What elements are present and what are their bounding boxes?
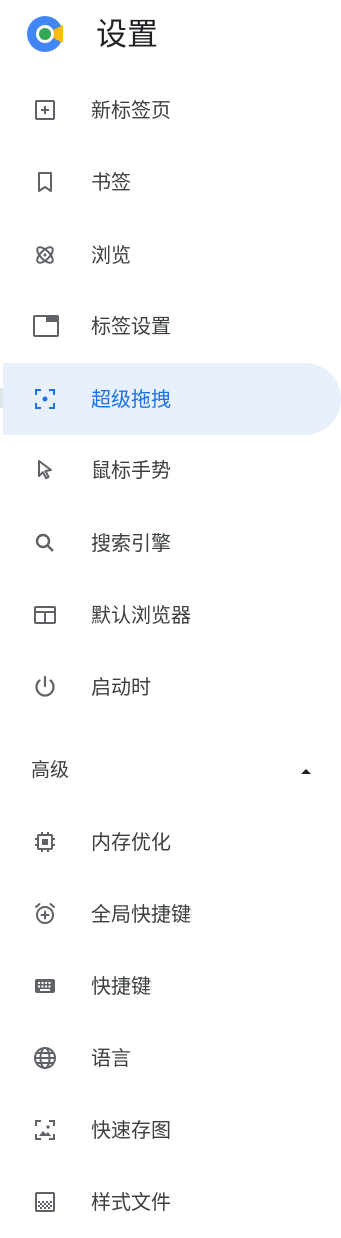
mouse-pointer-icon (33, 458, 57, 482)
sidebar-item-new-tab[interactable]: 新标签页 (0, 74, 341, 146)
header: 设置 (0, 0, 341, 72)
sidebar-item-label: 超级拖拽 (91, 387, 171, 411)
sidebar-item-super-drag[interactable]: 超级拖拽 (0, 363, 341, 435)
sidebar-item-label: 快速存图 (91, 1118, 171, 1142)
new-tab-icon (33, 98, 57, 122)
tab-window-icon (33, 314, 59, 338)
app-logo-icon (27, 16, 63, 52)
sidebar-item-label: 浏览 (91, 243, 131, 267)
sidebar-item-global-shortcuts[interactable]: 全局快捷键 (0, 878, 341, 950)
sidebar-item-label: 全局快捷键 (91, 902, 191, 926)
drag-target-icon (33, 387, 57, 411)
sidebar-item-label: 内存优化 (91, 830, 171, 854)
texture-icon (33, 1190, 57, 1214)
browser-window-icon (33, 603, 57, 627)
globe-icon (33, 1046, 57, 1070)
sidebar-item-label: 语言 (91, 1046, 131, 1070)
sidebar-item-quick-save-image[interactable]: 快速存图 (0, 1094, 341, 1166)
caret-up-icon (298, 763, 314, 779)
sidebar-item-on-startup[interactable]: 启动时 (0, 651, 341, 723)
sidebar-item-mouse-gestures[interactable]: 鼠标手势 (0, 434, 341, 506)
sidebar-item-label: 鼠标手势 (91, 458, 171, 482)
power-icon (33, 675, 57, 699)
sidebar-item-memory[interactable]: 内存优化 (0, 806, 341, 878)
bookmark-icon (33, 170, 57, 194)
sidebar-item-label: 启动时 (91, 675, 151, 699)
sidebar-item-label: 新标签页 (91, 98, 171, 122)
search-icon (33, 531, 57, 555)
sidebar-item-label: 标签设置 (91, 314, 171, 338)
sidebar-item-search-engine[interactable]: 搜索引擎 (0, 507, 341, 579)
sidebar-item-browse[interactable]: 浏览 (0, 219, 341, 291)
page-title: 设置 (96, 17, 158, 53)
sidebar-item-label: 书签 (91, 170, 131, 194)
save-image-icon (33, 1118, 57, 1142)
memory-chip-icon (33, 830, 57, 854)
sidebar-item-tab-settings[interactable]: 标签设置 (0, 290, 341, 362)
advanced-section-toggle[interactable]: 高级 (0, 740, 341, 800)
atom-icon (33, 243, 57, 267)
sidebar-item-shortcuts[interactable]: 快捷键 (0, 950, 341, 1022)
sidebar-item-label: 默认浏览器 (91, 603, 191, 627)
sidebar-item-language[interactable]: 语言 (0, 1022, 341, 1094)
sidebar-item-default-browser[interactable]: 默认浏览器 (0, 579, 341, 651)
sidebar-item-label: 搜索引擎 (91, 531, 171, 555)
keyboard-icon (33, 974, 57, 998)
sidebar-item-style-files[interactable]: 样式文件 (0, 1166, 341, 1238)
sidebar-item-label: 快捷键 (91, 974, 151, 998)
alarm-add-icon (33, 902, 57, 926)
sidebar-item-bookmarks[interactable]: 书签 (0, 146, 341, 218)
sidebar-item-label: 样式文件 (91, 1190, 171, 1214)
advanced-section-label: 高级 (31, 759, 70, 781)
